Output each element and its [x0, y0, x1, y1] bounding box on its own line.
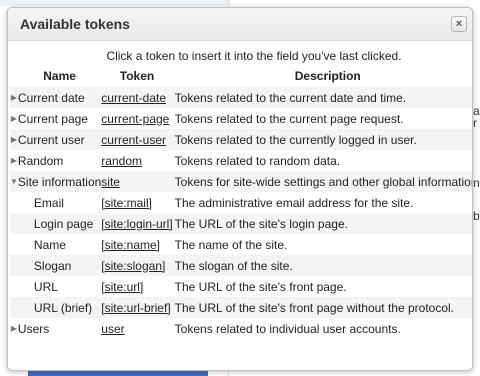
- token-cell: current-user: [101, 129, 173, 150]
- token-name: Users: [17, 321, 50, 336]
- token-link[interactable]: [site:name]: [101, 238, 160, 252]
- token-name: Current page: [17, 111, 88, 126]
- token-name: URL (brief): [17, 297, 102, 318]
- token-row: Name [site:name] The name of the site.: [10, 234, 472, 255]
- token-description: The URL of the site's front page without…: [172, 297, 472, 318]
- token-row: ▼ Site information site Tokens for site-wid…: [10, 171, 472, 192]
- instructions-text: Click a token to insert it into the fiel…: [106, 49, 402, 63]
- token-link[interactable]: current-user: [101, 133, 166, 147]
- token-row: URL [site:url] The URL of the site's front…: [10, 276, 472, 297]
- token-name: Random: [17, 153, 64, 168]
- token-row: URL (brief) [site:url-brief] The URL of th…: [10, 297, 472, 318]
- token-description: The URL of the site's login page.: [172, 213, 472, 234]
- token-link[interactable]: [site:url]: [101, 280, 143, 294]
- row-indent: [10, 213, 18, 234]
- row-indent: [10, 234, 18, 255]
- token-description: The name of the site.: [174, 237, 288, 252]
- token-name: Slogan: [17, 255, 102, 276]
- token-cell: user: [101, 318, 172, 339]
- token-link[interactable]: random: [101, 154, 142, 168]
- token-name: Current date: [17, 87, 102, 108]
- dialog-titlebar: Available tokens ×: [8, 8, 472, 41]
- background-text-fragment: r: [473, 116, 477, 130]
- expand-arrow-icon[interactable]: ▶: [10, 318, 18, 339]
- token-row: ▶ Current date current-date Tokens related …: [10, 87, 472, 108]
- row-indent: [10, 276, 18, 297]
- column-header-name: Name: [43, 69, 76, 83]
- column-header-description: Description: [294, 69, 361, 83]
- dialog-title: Available tokens: [20, 16, 130, 32]
- background-text-fragment: n: [473, 176, 480, 190]
- token-name: Current user: [17, 129, 102, 150]
- token-description: Tokens related to the current page reque…: [174, 111, 404, 126]
- token-description: The administrative email address for the…: [174, 195, 414, 210]
- token-link[interactable]: [site:mail]: [101, 196, 152, 210]
- token-row: Login page [site:login-url] The URL of the…: [10, 213, 472, 234]
- token-name: Email: [33, 195, 64, 210]
- token-row: ▶ Current page current-page Tokens related …: [10, 108, 472, 129]
- token-cell: [site:slogan]: [101, 255, 173, 276]
- token-cell: random: [101, 150, 172, 171]
- token-description: The URL of the site's front page.: [174, 279, 347, 294]
- token-link[interactable]: [site:login-url]: [101, 217, 172, 231]
- token-description: Tokens related to the current date and t…: [172, 87, 472, 108]
- token-cell: [site:url]: [101, 276, 172, 297]
- row-indent: [10, 255, 18, 276]
- background-text-fragment: b: [473, 209, 480, 223]
- token-cell: [site:url-brief]: [101, 297, 173, 318]
- column-header-token: Token: [119, 69, 155, 83]
- token-link[interactable]: current-date: [101, 91, 166, 105]
- close-button[interactable]: ×: [451, 16, 467, 32]
- token-name: Login page: [17, 213, 102, 234]
- token-cell: [site:name]: [101, 234, 172, 255]
- row-indent: [10, 192, 18, 213]
- expand-arrow-icon[interactable]: ▶: [10, 129, 18, 150]
- tokens-table: Name Token Description ▶ Current date curr…: [10, 65, 472, 339]
- token-cell: [site:mail]: [101, 192, 172, 213]
- token-row: Slogan [site:slogan] The slogan of the sit…: [10, 255, 472, 276]
- token-description: Tokens related to random data.: [174, 153, 341, 168]
- token-row: ▶ Current user current-user Tokens related …: [10, 129, 472, 150]
- available-tokens-dialog: Available tokens × Click a token to inse…: [7, 7, 473, 371]
- token-row: ▶ Users user Tokens related to individual u…: [10, 318, 472, 339]
- token-description: The slogan of the site.: [172, 255, 472, 276]
- token-name: Site information: [17, 171, 102, 192]
- token-link[interactable]: current-page: [101, 112, 169, 126]
- token-name: URL: [33, 279, 58, 294]
- token-description: Tokens for site-wide settings and other …: [172, 171, 472, 192]
- token-link[interactable]: [site:slogan]: [101, 259, 165, 273]
- collapse-arrow-icon[interactable]: ▼: [10, 171, 18, 192]
- token-link[interactable]: [site:url-brief]: [101, 301, 170, 315]
- table-header-row: Name Token Description: [10, 65, 472, 87]
- token-row: Email [site:mail] The administrative email…: [10, 192, 472, 213]
- token-link[interactable]: user: [101, 322, 124, 336]
- expand-arrow-icon[interactable]: ▶: [10, 108, 18, 129]
- token-cell: current-page: [101, 108, 172, 129]
- token-row: ▶ Random random Tokens related to random da…: [10, 150, 472, 171]
- token-cell: site: [101, 171, 173, 192]
- token-description: Tokens related to individual user accoun…: [174, 321, 401, 336]
- token-name: Name: [33, 237, 66, 252]
- row-indent: [10, 297, 18, 318]
- token-link[interactable]: site: [101, 175, 120, 189]
- expand-arrow-icon[interactable]: ▶: [10, 87, 18, 108]
- token-cell: current-date: [101, 87, 173, 108]
- token-description: Tokens related to the currently logged i…: [172, 129, 472, 150]
- background-header-strip: [0, 0, 230, 6]
- expand-arrow-icon[interactable]: ▶: [10, 150, 18, 171]
- token-cell: [site:login-url]: [101, 213, 173, 234]
